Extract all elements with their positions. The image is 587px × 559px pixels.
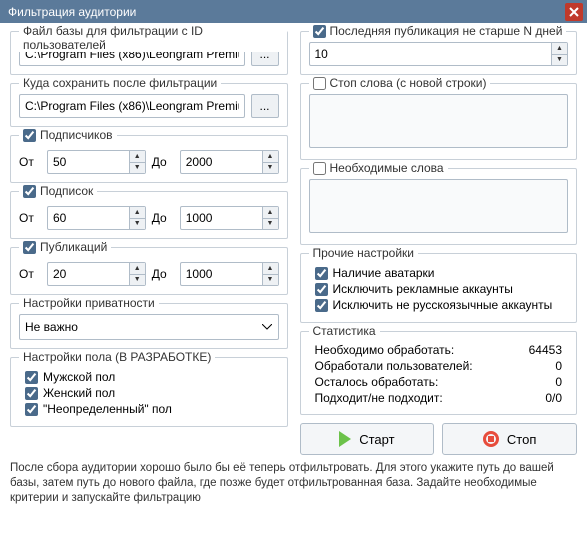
stats-label: Статистика — [309, 324, 380, 338]
stop-icon — [483, 431, 499, 447]
subscribers-checkbox[interactable] — [23, 129, 36, 142]
gender-female-checkbox[interactable] — [25, 387, 38, 400]
lastpub-group: Последняя публикация не старше N дней ▲▼ — [300, 31, 578, 75]
exclude-ads-checkbox[interactable] — [315, 283, 328, 296]
pubs-from-label: От — [19, 267, 41, 281]
spin-up[interactable]: ▲ — [262, 151, 278, 163]
spin-up[interactable]: ▲ — [129, 151, 145, 163]
gender-undef-checkbox[interactable] — [25, 403, 38, 416]
other-group: Прочие настройки Наличие аватарки Исключ… — [300, 253, 578, 323]
save-label: Куда сохранить после фильтрации — [19, 76, 221, 90]
stopwords-textarea[interactable] — [309, 94, 569, 148]
window-title: Фильтрация аудитории — [8, 5, 565, 19]
privacy-group: Настройки приватности Не важно — [10, 303, 288, 349]
exclude-nonru-checkbox[interactable] — [315, 299, 328, 312]
save-group: Куда сохранить после фильтрации ... — [10, 83, 288, 127]
spin-down[interactable]: ▼ — [262, 275, 278, 286]
stats-done-value: 0 — [555, 359, 562, 373]
avatar-checkbox[interactable] — [315, 267, 328, 280]
stats-ratio-value: 0/0 — [545, 391, 562, 405]
publications-group: Публикаций От ▲▼ До ▲▼ — [10, 247, 288, 295]
subscribers-group: Подписчиков От ▲▼ До ▲▼ — [10, 135, 288, 183]
titlebar: Фильтрация аудитории — [0, 0, 587, 23]
follows-from-label: От — [19, 211, 41, 225]
spin-down[interactable]: ▼ — [129, 219, 145, 230]
stats-done-label: Обработали пользователей: — [315, 359, 473, 373]
stopwords-label: Стоп слова (с новой строки) — [330, 76, 487, 90]
stats-left-value: 0 — [555, 375, 562, 389]
follows-group: Подписок От ▲▼ До ▲▼ — [10, 191, 288, 239]
subs-to-label: До — [152, 155, 174, 169]
needwords-label: Необходимые слова — [330, 161, 444, 175]
needwords-group: Необходимые слова — [300, 168, 578, 245]
stop-label: Стоп — [507, 432, 536, 447]
exclude-ads-label: Исключить рекламные аккаунты — [333, 282, 513, 296]
stats-need-value: 64453 — [529, 343, 562, 357]
spin-up[interactable]: ▲ — [262, 263, 278, 275]
stopwords-checkbox[interactable] — [313, 77, 326, 90]
close-icon — [569, 7, 579, 17]
spin-down[interactable]: ▼ — [551, 55, 567, 66]
spin-down[interactable]: ▼ — [129, 163, 145, 174]
subs-from-label: От — [19, 155, 41, 169]
stats-need-label: Необходимо обработать: — [315, 343, 455, 357]
play-icon — [339, 431, 351, 447]
exclude-nonru-label: Исключить не русскоязычные аккаунты — [333, 298, 553, 312]
privacy-select[interactable]: Не важно — [19, 314, 279, 340]
lastpub-label: Последняя публикация не старше N дней — [330, 24, 563, 38]
subscribers-label: Подписчиков — [40, 128, 113, 142]
privacy-label: Настройки приватности — [19, 296, 159, 310]
follows-to-label: До — [152, 211, 174, 225]
pubs-to-label: До — [152, 267, 174, 281]
stats-left-label: Осталось обработать: — [315, 375, 439, 389]
gender-male-checkbox[interactable] — [25, 371, 38, 384]
start-label: Старт — [359, 432, 394, 447]
stats-group: Статистика Необходимо обработать:64453 О… — [300, 331, 578, 415]
publications-label: Публикаций — [40, 240, 107, 254]
needwords-textarea[interactable] — [309, 179, 569, 233]
file-label: Файл базы для фильтрации с ID пользовате… — [19, 24, 287, 52]
lastpub-input[interactable] — [309, 42, 569, 66]
avatar-label: Наличие аватарки — [333, 266, 435, 280]
spin-up[interactable]: ▲ — [551, 43, 567, 55]
spin-up[interactable]: ▲ — [262, 207, 278, 219]
needwords-checkbox[interactable] — [313, 162, 326, 175]
spin-up[interactable]: ▲ — [129, 207, 145, 219]
follows-label: Подписок — [40, 184, 93, 198]
other-label: Прочие настройки — [309, 246, 418, 260]
stop-button[interactable]: Стоп — [442, 423, 577, 455]
gender-group: Настройки пола (В РАЗРАБОТКЕ) Мужской по… — [10, 357, 288, 427]
spin-up[interactable]: ▲ — [129, 263, 145, 275]
spin-down[interactable]: ▼ — [129, 275, 145, 286]
start-button[interactable]: Старт — [300, 423, 435, 455]
file-group: Файл базы для фильтрации с ID пользовате… — [10, 31, 288, 75]
spin-down[interactable]: ▼ — [262, 163, 278, 174]
gender-male-label: Мужской пол — [43, 370, 115, 384]
stopwords-group: Стоп слова (с новой строки) — [300, 83, 578, 160]
spin-down[interactable]: ▼ — [262, 219, 278, 230]
lastpub-checkbox[interactable] — [313, 25, 326, 38]
close-button[interactable] — [565, 3, 583, 21]
follows-checkbox[interactable] — [23, 185, 36, 198]
save-path-input[interactable] — [19, 94, 245, 118]
stats-ratio-label: Подходит/не подходит: — [315, 391, 443, 405]
gender-female-label: Женский пол — [43, 386, 115, 400]
gender-label: Настройки пола (В РАЗРАБОТКЕ) — [19, 350, 215, 364]
browse-save-button[interactable]: ... — [251, 94, 279, 118]
publications-checkbox[interactable] — [23, 241, 36, 254]
gender-undef-label: "Неопределенный" пол — [43, 402, 172, 416]
footer-text: После сбора аудитории хорошо было бы её … — [0, 457, 587, 514]
